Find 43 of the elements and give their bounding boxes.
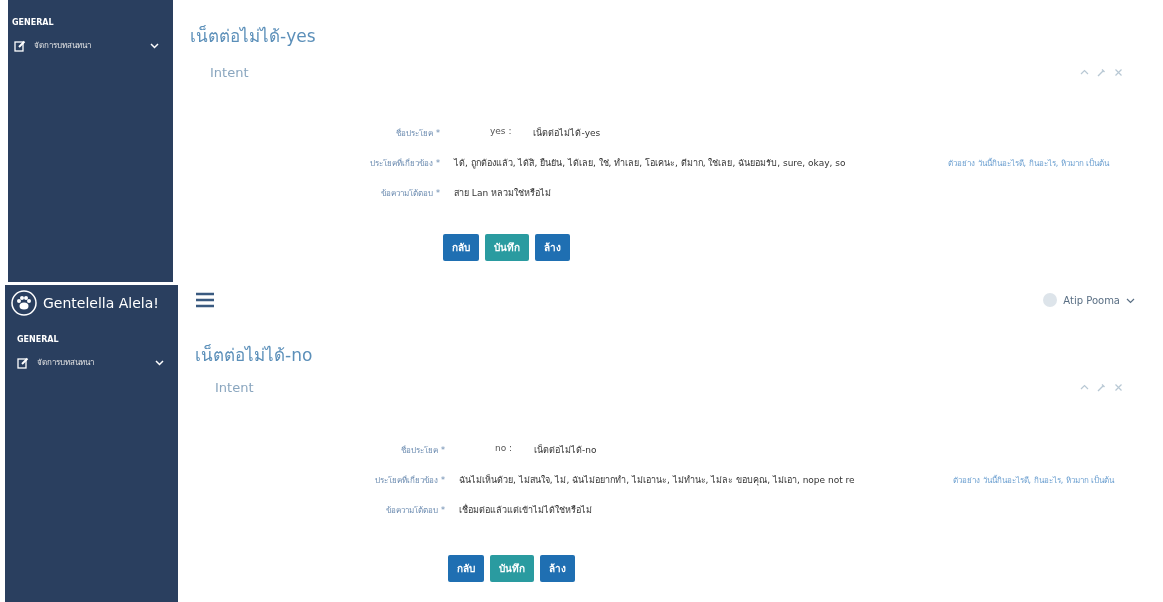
field-label: ชื่อประโยค * [400, 444, 445, 457]
field-label: ชื่อประโยค * [395, 127, 440, 140]
wrench-icon[interactable] [1097, 68, 1106, 77]
input-field[interactable]: เน็ตต่อไม่ได้-yes [533, 126, 601, 140]
field-hint: ตัวอย่าง วันนี้กินอะไรดี, กินอะไร, หิวมาก เป็นต้น [948, 157, 1111, 170]
user-menu[interactable]: Atip Pooma [1063, 294, 1120, 306]
form-button[interactable]: ล้าง [535, 234, 570, 261]
close-icon[interactable] [1114, 68, 1123, 77]
collapse-icon[interactable] [1080, 68, 1089, 77]
menu-icon[interactable] [195, 292, 215, 308]
form-button[interactable]: กลับ [443, 234, 479, 261]
chevron-down-icon [155, 358, 164, 367]
field-prefix: no : [494, 443, 513, 455]
section-heading: GENERAL [16, 335, 60, 346]
close-icon[interactable] [1114, 383, 1123, 392]
field-hint: ตัวอย่าง วันนี้กินอะไรดี, กินอะไร, หิวมาก เป็นต้น [953, 474, 1116, 487]
input-field[interactable]: ได้, ถูกต้องแล้ว, ได้สิ, ยืนยัน, ได้เลย, ใช่, ทำเลย, โอเคนะ, ดีมาก, ใช่เลย, ฉันยอมรับ, sure, okay, so [454, 156, 846, 170]
input-field[interactable]: เน็ตต่อไม่ได้-no [534, 443, 597, 457]
panel-title: Intent [215, 380, 254, 395]
brand-name: Gentelella Alela! [43, 295, 159, 311]
input-field[interactable]: เชื่อมต่อแล้วแต่เข้าไม่ได้ใช่หรือไม่ [459, 503, 592, 517]
panel-title: Intent [210, 65, 249, 80]
field-prefix: yes : [489, 126, 512, 138]
input-field[interactable]: ฉันไม่เห็นด้วย, ไม่สนใจ, ไม่, ฉันไม่อยากทำ, ไม่เอานะ, ไม่ทำนะ, ไม่ละ ขอบคุณ, ไม่เอา, nope not re [459, 473, 855, 487]
field-label: ประโยคที่เกี่ยวข้อง * [374, 474, 445, 487]
field-label: ข้อความโต้ตอบ * [380, 187, 440, 200]
form-button[interactable]: กลับ [448, 555, 484, 582]
input-field[interactable]: สาย Lan หลวมใช่หรือไม่ [454, 186, 551, 200]
avatar [1043, 293, 1058, 307]
form-button[interactable]: ล้าง [540, 555, 575, 582]
field-label: ประโยคที่เกี่ยวข้อง * [369, 157, 440, 170]
page-title: เน็ตต่อไม่ได้-no [195, 343, 314, 367]
wrench-icon[interactable] [1097, 383, 1106, 392]
page-title: เน็ตต่อไม่ได้-yes [190, 24, 317, 48]
sidebar-item[interactable]: จัดการบทสนทนา [37, 356, 147, 369]
section-heading: GENERAL [11, 18, 55, 29]
sidebar-item[interactable]: จัดการบทสนทนา [34, 39, 142, 52]
paw-icon [11, 290, 37, 316]
collapse-icon[interactable] [1080, 383, 1089, 392]
edit-icon [17, 356, 29, 369]
chevron-down-icon [150, 41, 159, 50]
edit-icon [14, 39, 26, 52]
field-label: ข้อความโต้ตอบ * [385, 504, 445, 517]
